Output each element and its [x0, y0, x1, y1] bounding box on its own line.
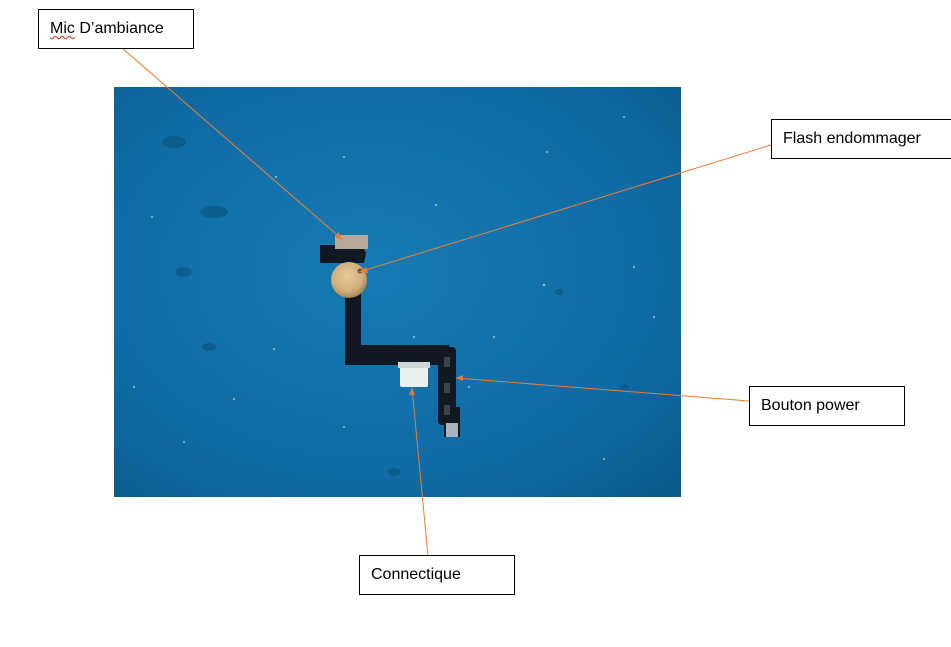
flash-damage-mark: [357, 268, 363, 274]
power-button-tip: [446, 423, 458, 437]
flash-callout: Flash endommager: [771, 119, 951, 159]
mic-callout-label: D’ambiance: [74, 20, 164, 37]
connector-tab: [398, 362, 430, 368]
connector-callout-label: Connectique: [371, 566, 461, 583]
mic-module: [335, 235, 368, 249]
connector-callout: Connectique: [359, 555, 515, 595]
flash-module: [331, 262, 367, 298]
power-callout-label: Bouton power: [761, 397, 860, 414]
flex-cable-photo: [114, 87, 681, 497]
photo-background: [114, 87, 681, 497]
connector-module: [400, 365, 428, 387]
mic-callout: Mic D’ambiance: [38, 9, 194, 49]
flash-callout-label: Flash endommager: [783, 130, 921, 147]
power-button-contacts: [444, 357, 450, 415]
mic-callout-first-word: Mic: [50, 20, 75, 37]
power-callout: Bouton power: [749, 386, 905, 426]
